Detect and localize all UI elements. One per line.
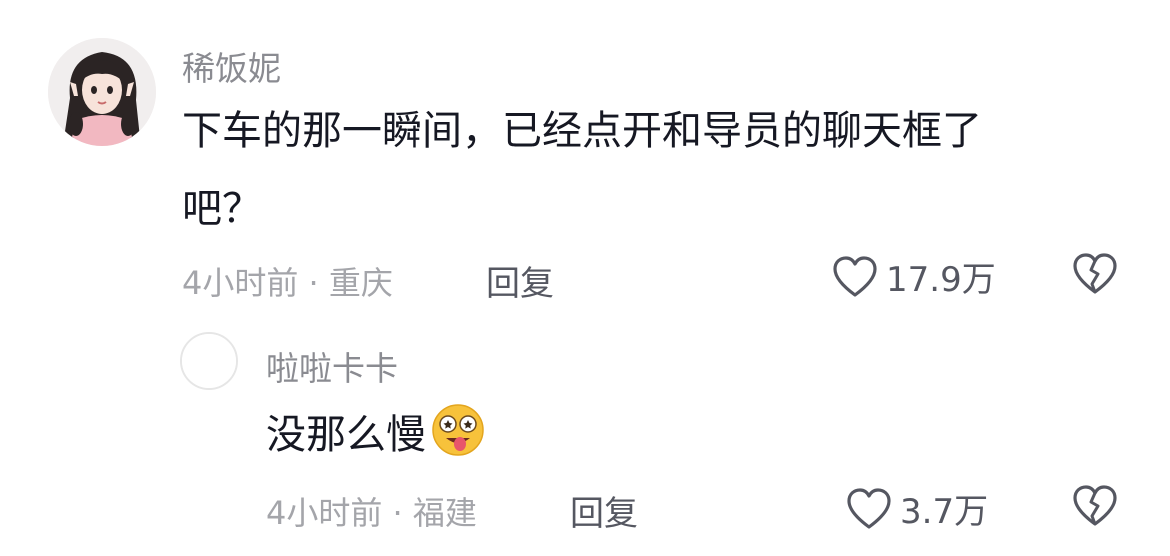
- reply-text: 没那么慢: [266, 396, 1166, 484]
- comment-text-line: 吧？: [182, 186, 262, 232]
- comment-text: 下车的那一瞬间，已经点开和导员的聊天框了 吧？: [182, 92, 1082, 248]
- heart-outline-icon: [833, 255, 877, 297]
- heart-outline-icon: [847, 487, 891, 529]
- comment-text-line: 下车的那一瞬间，已经点开和导员的聊天框了: [182, 108, 982, 154]
- like-button[interactable]: 3.7万: [846, 484, 988, 533]
- user-avatar[interactable]: [180, 332, 238, 390]
- reply-text-content: 没那么慢: [266, 412, 426, 458]
- reply-meta: 4小时前 · 福建: [266, 494, 477, 532]
- anime-girl-avatar-icon: [48, 38, 156, 146]
- like-count: 3.7万: [900, 492, 989, 532]
- comment-meta: 4小时前 · 重庆: [182, 264, 393, 302]
- reply-username[interactable]: 啦啦卡卡: [266, 342, 398, 390]
- broken-heart-icon: [1073, 253, 1117, 294]
- like-count: 17.9万: [886, 260, 996, 300]
- broken-heart-icon: [1073, 485, 1117, 526]
- dislike-button[interactable]: [1072, 252, 1118, 300]
- like-button[interactable]: 17.9万: [832, 252, 996, 301]
- reply-button[interactable]: 回复: [486, 256, 554, 305]
- blank-avatar-icon: [182, 334, 236, 388]
- dislike-button[interactable]: [1072, 484, 1118, 532]
- user-avatar[interactable]: [48, 38, 156, 146]
- reply-button[interactable]: 回复: [570, 486, 638, 535]
- comment-username[interactable]: 稀饭妮: [182, 42, 281, 90]
- drooling-heart-eyes-emoji-icon: [430, 402, 486, 484]
